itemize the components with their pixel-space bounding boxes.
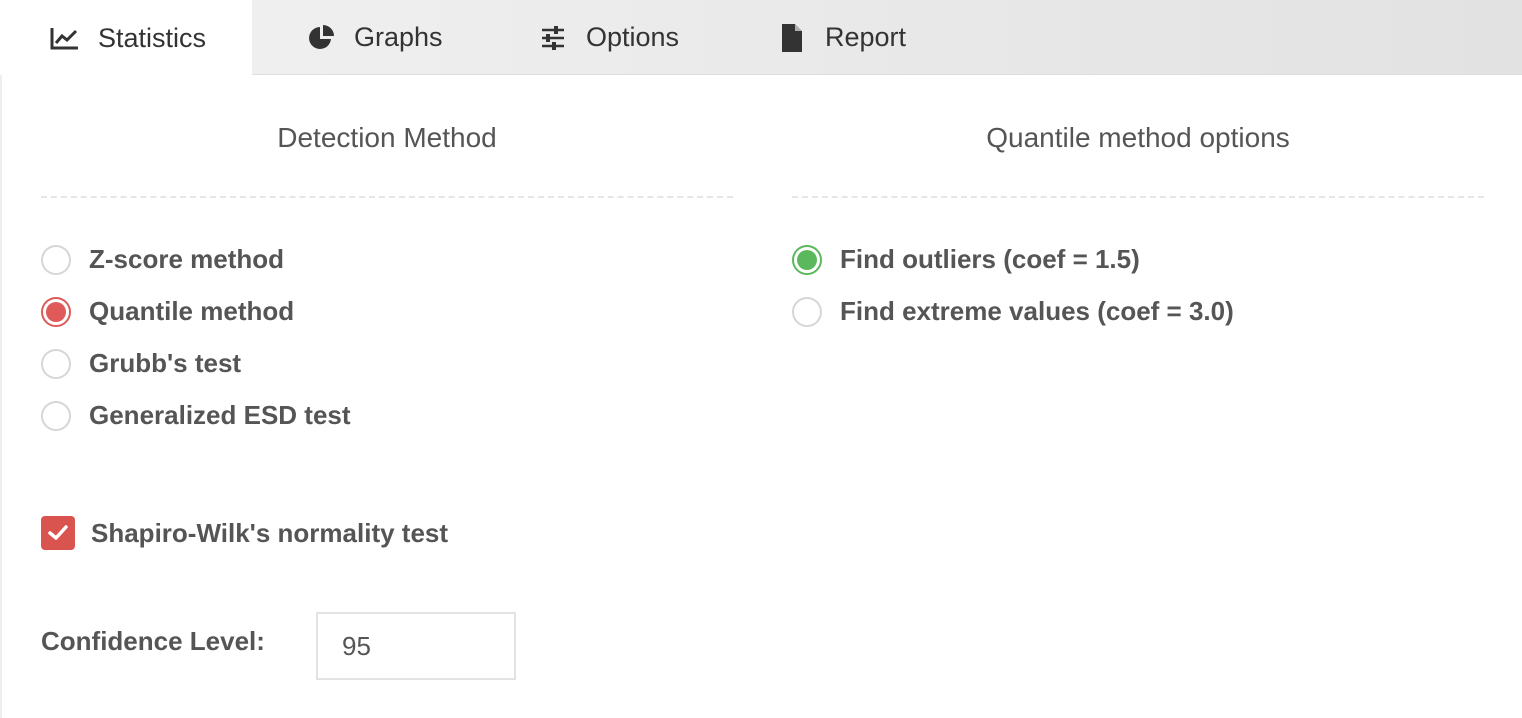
radio-button[interactable] — [41, 348, 71, 379]
radio-button-selected[interactable] — [792, 244, 822, 275]
confidence-level-input[interactable] — [316, 612, 516, 680]
tab-graphs[interactable]: Graphs — [306, 0, 443, 75]
radio-label: Z-score method — [89, 244, 285, 274]
radio-find-outliers[interactable]: Find outliers (coef = 1.5) — [792, 244, 1140, 275]
file-icon — [777, 23, 807, 53]
radio-button[interactable] — [41, 400, 71, 431]
radio-zscore[interactable]: Z-score method — [41, 244, 284, 275]
radio-button-selected[interactable] — [41, 296, 71, 327]
radio-label: Find outliers (coef = 1.5) — [840, 244, 1140, 274]
checkbox-checked[interactable] — [41, 516, 75, 550]
tab-options[interactable]: Options — [538, 0, 679, 75]
section-divider — [792, 196, 1484, 198]
pie-chart-icon — [306, 23, 336, 53]
radio-dot — [46, 301, 66, 322]
radio-label: Quantile method — [89, 296, 295, 326]
normality-test-checkbox-row[interactable]: Shapiro-Wilk's normality test — [41, 516, 448, 550]
radio-find-extreme-values[interactable]: Find extreme values (coef = 3.0) — [792, 296, 1234, 327]
tab-label: Report — [825, 22, 907, 52]
radio-label: Grubb's test — [89, 348, 242, 378]
radio-button[interactable] — [41, 244, 71, 275]
radio-label: Find extreme values (coef = 3.0) — [840, 296, 1234, 326]
tab-label: Graphs — [354, 22, 443, 52]
check-icon — [48, 525, 68, 540]
section-divider — [41, 196, 733, 198]
radio-grubbs[interactable]: Grubb's test — [41, 348, 241, 379]
radio-dot — [797, 249, 817, 270]
line-chart-icon — [50, 23, 80, 53]
checkbox-label: Shapiro-Wilk's normality test — [91, 517, 449, 548]
tab-report[interactable]: Report — [777, 0, 906, 75]
tab-statistics[interactable]: Statistics — [0, 0, 252, 76]
radio-label: Generalized ESD test — [89, 400, 351, 430]
radio-quantile[interactable]: Quantile method — [41, 296, 294, 327]
detection-method-title: Detection Method — [277, 122, 497, 153]
tab-bar: Statistics Graphs Options Report — [0, 0, 1522, 76]
radio-gesd[interactable]: Generalized ESD test — [41, 400, 351, 431]
tab-label: Statistics — [98, 22, 207, 53]
radio-button[interactable] — [792, 296, 822, 327]
tab-label: Options — [586, 22, 680, 52]
sliders-icon — [538, 23, 568, 53]
confidence-level-label: Confidence Level: — [41, 626, 265, 656]
quantile-options-title: Quantile method options — [986, 122, 1290, 153]
panel-border — [0, 75, 2, 718]
